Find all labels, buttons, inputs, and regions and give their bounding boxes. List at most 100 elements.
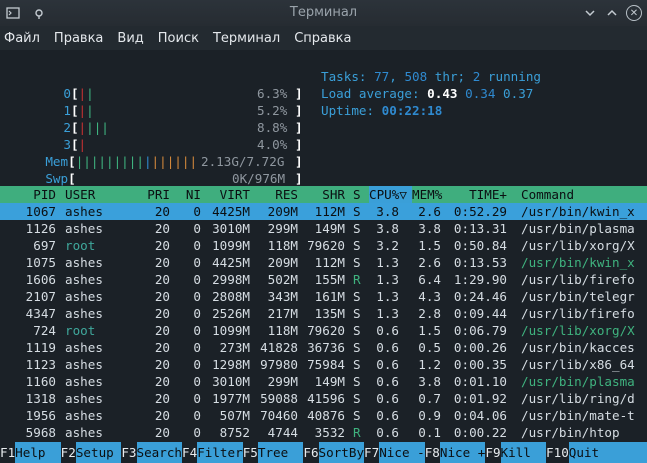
fkey-label: SortBy <box>318 442 365 463</box>
cell-cpu: 0.6 <box>376 323 399 338</box>
cell-shr: 161M <box>314 289 345 304</box>
cell-ni: 0 <box>193 306 201 321</box>
fkey-f10[interactable]: F10 Quit <box>546 442 647 463</box>
cell-pid: 1160 <box>25 374 56 389</box>
process-row[interactable]: 1606 ashes 20 0 2998M 502M 155M R 1.3 6.4 1:29.90 /… <box>0 271 647 288</box>
process-row[interactable]: 2107 ashes 20 0 2808M 343M 161M S 1.3 4.3 0:24.46 /… <box>0 288 647 305</box>
cell-time: 0:00.35 <box>453 357 507 372</box>
process-row[interactable]: 697 root 20 0 1099M 118M 79620 S 3.2 1.5 0:50.84/u… <box>0 237 647 254</box>
col-command[interactable]: Command <box>521 186 641 203</box>
process-row[interactable]: 1119 ashes 20 0 273M 41828 36736 S 0.6 0.5 0:00.26… <box>0 339 647 356</box>
cell-shr: 41596 <box>307 391 345 406</box>
fkey-label: Search <box>136 442 183 463</box>
process-row[interactable]: 1075 ashes 20 0 4425M 209M 112M S 1.3 2.6 0:13.53 /… <box>0 254 647 271</box>
cell-user: ashes <box>65 289 103 304</box>
cpu-meter-0: 0[|| 6.3%] <box>63 86 303 101</box>
cell-ni: 0 <box>193 238 201 253</box>
cell-ni: 0 <box>193 425 201 440</box>
cell-mem: 2.6 <box>418 204 441 219</box>
col-pid[interactable]: PID <box>18 186 56 203</box>
menu-search[interactable]: Поиск <box>158 31 199 46</box>
fkey-f6[interactable]: F6 SortBy <box>303 442 365 463</box>
col-ni[interactable]: NI <box>176 186 201 203</box>
menu-file[interactable]: Файл <box>4 31 40 46</box>
fkey-f2[interactable]: F2 Setup <box>60 442 122 463</box>
cell-state: S <box>353 408 361 423</box>
col-pri[interactable]: PRI <box>138 186 170 203</box>
cell-cpu: 3.2 <box>376 238 399 253</box>
cell-shr: 155M <box>314 272 345 287</box>
cell-shr: 40876 <box>307 408 345 423</box>
minimize-icon[interactable] <box>581 4 599 22</box>
col-shr[interactable]: SHR <box>300 186 345 203</box>
cell-command: /usr/lib/ring/d <box>521 391 635 406</box>
fkey-f5[interactable]: F5 Tree <box>242 442 304 463</box>
cell-cpu: 0.6 <box>376 425 399 440</box>
cell-virt: 3010M <box>212 221 250 236</box>
close-icon[interactable]: ✕ <box>626 5 642 21</box>
cell-cpu: 3.8 <box>376 221 399 236</box>
cell-state: S <box>353 374 361 389</box>
cell-command: /usr/bin/kacces <box>521 340 635 355</box>
fkey-number: F8 <box>424 442 440 463</box>
cell-ni: 0 <box>193 408 201 423</box>
fkey-f8[interactable]: F8 Nice + <box>424 442 486 463</box>
menu-view[interactable]: Вид <box>117 31 143 46</box>
cell-time: 0:01.10 <box>453 374 507 389</box>
col-user[interactable]: USER <box>65 186 125 203</box>
fkey-f1[interactable]: F1 Help <box>0 442 61 463</box>
cell-pri: 20 <box>154 221 170 236</box>
process-row[interactable]: 1318 ashes 20 0 1977M 59088 41596 S 0.6 0.7 0:01.9… <box>0 390 647 407</box>
process-row[interactable]: 1123 ashes 20 0 1298M 97980 75984 S 0.6 1.2 0:00.3… <box>0 356 647 373</box>
col-state[interactable]: S <box>353 186 365 203</box>
cell-command: /usr/lib/xorg/X <box>521 323 635 338</box>
cell-ni: 0 <box>193 323 201 338</box>
cell-time: 0:24.46 <box>453 289 507 304</box>
cell-user: root <box>65 238 96 253</box>
cell-shr: 149M <box>314 374 345 389</box>
cell-res: 118M <box>267 323 298 338</box>
process-row[interactable]: 1126 ashes 20 0 3010M 299M 149M S 3.8 3.8 0:13.31 /… <box>0 220 647 237</box>
fkey-f3[interactable]: F3 Search <box>121 442 183 463</box>
cell-pri: 20 <box>154 204 170 219</box>
col-virt[interactable]: VIRT <box>205 186 250 203</box>
cell-virt: 1298M <box>212 357 250 372</box>
menu-help[interactable]: Справка <box>294 31 351 46</box>
cell-command: /usr/bin/plasma <box>521 221 635 236</box>
cell-state: S <box>353 323 361 338</box>
fkey-f7[interactable]: F7 Nice - <box>364 442 425 463</box>
fkey-f9[interactable]: F9 Kill <box>485 442 547 463</box>
col-res[interactable]: RES <box>253 186 298 203</box>
cell-state: R <box>353 425 361 440</box>
menu-terminal[interactable]: Терминал <box>213 31 280 46</box>
cell-command: /usr/bin/kwin_x <box>521 255 635 270</box>
col-cpu[interactable]: CPU%▽ <box>369 186 412 203</box>
cell-time: 0:06.79 <box>453 323 507 338</box>
maximize-icon[interactable] <box>603 4 621 22</box>
process-row[interactable]: 1956 ashes 20 0 507M 70460 40876 S 0.6 0.9 0:04.06… <box>0 407 647 424</box>
process-row[interactable]: 4347 ashes 20 0 2526M 217M 135M S 1.3 2.8 0:09.44 /… <box>0 305 647 322</box>
cell-shr: 75984 <box>307 357 345 372</box>
menu-edit[interactable]: Правка <box>54 31 103 46</box>
cell-pid: 1119 <box>25 340 56 355</box>
col-time[interactable]: TIME+ <box>452 186 507 203</box>
process-row[interactable]: 724 root 20 0 1099M 118M 79620 S 0.6 1.5 0:06.79/u… <box>0 322 647 339</box>
col-mem[interactable]: MEM% <box>412 186 452 203</box>
cpu-meter-1: 1[|| 5.2%] <box>63 103 303 118</box>
fkey-f4[interactable]: F4 Filter <box>182 442 243 463</box>
cell-mem: 0.1 <box>418 425 441 440</box>
cell-command: /usr/bin/plasma <box>521 374 635 389</box>
cell-user: ashes <box>65 221 103 236</box>
cell-res: 299M <box>267 374 298 389</box>
cell-pid: 724 <box>33 323 56 338</box>
cell-mem: 1.2 <box>418 357 441 372</box>
fkey-label: Tree <box>257 442 304 463</box>
cpu-meter-2: 2[|||| 8.8%] <box>63 120 303 135</box>
process-row[interactable]: 1067 ashes 20 0 4425M 209M 112M S 3.8 2.6 0:52.29 /… <box>0 203 647 220</box>
process-row[interactable]: 5968 ashes 20 0 8752 4744 3532 R 0.6 0.1 0:00.22/u… <box>0 424 647 441</box>
cell-virt: 273M <box>219 340 250 355</box>
cell-time: 0:01.92 <box>453 391 507 406</box>
process-row[interactable]: 1160 ashes 20 0 3010M 299M 149M S 0.6 3.8 0:01.10 /… <box>0 373 647 390</box>
terminal-area[interactable]: 0[|| 6.3%] 1[|| 5.2%] 2[|||| 8.8%] 3[| 4.0… <box>0 50 647 463</box>
cell-time: 0:00.26 <box>453 340 507 355</box>
